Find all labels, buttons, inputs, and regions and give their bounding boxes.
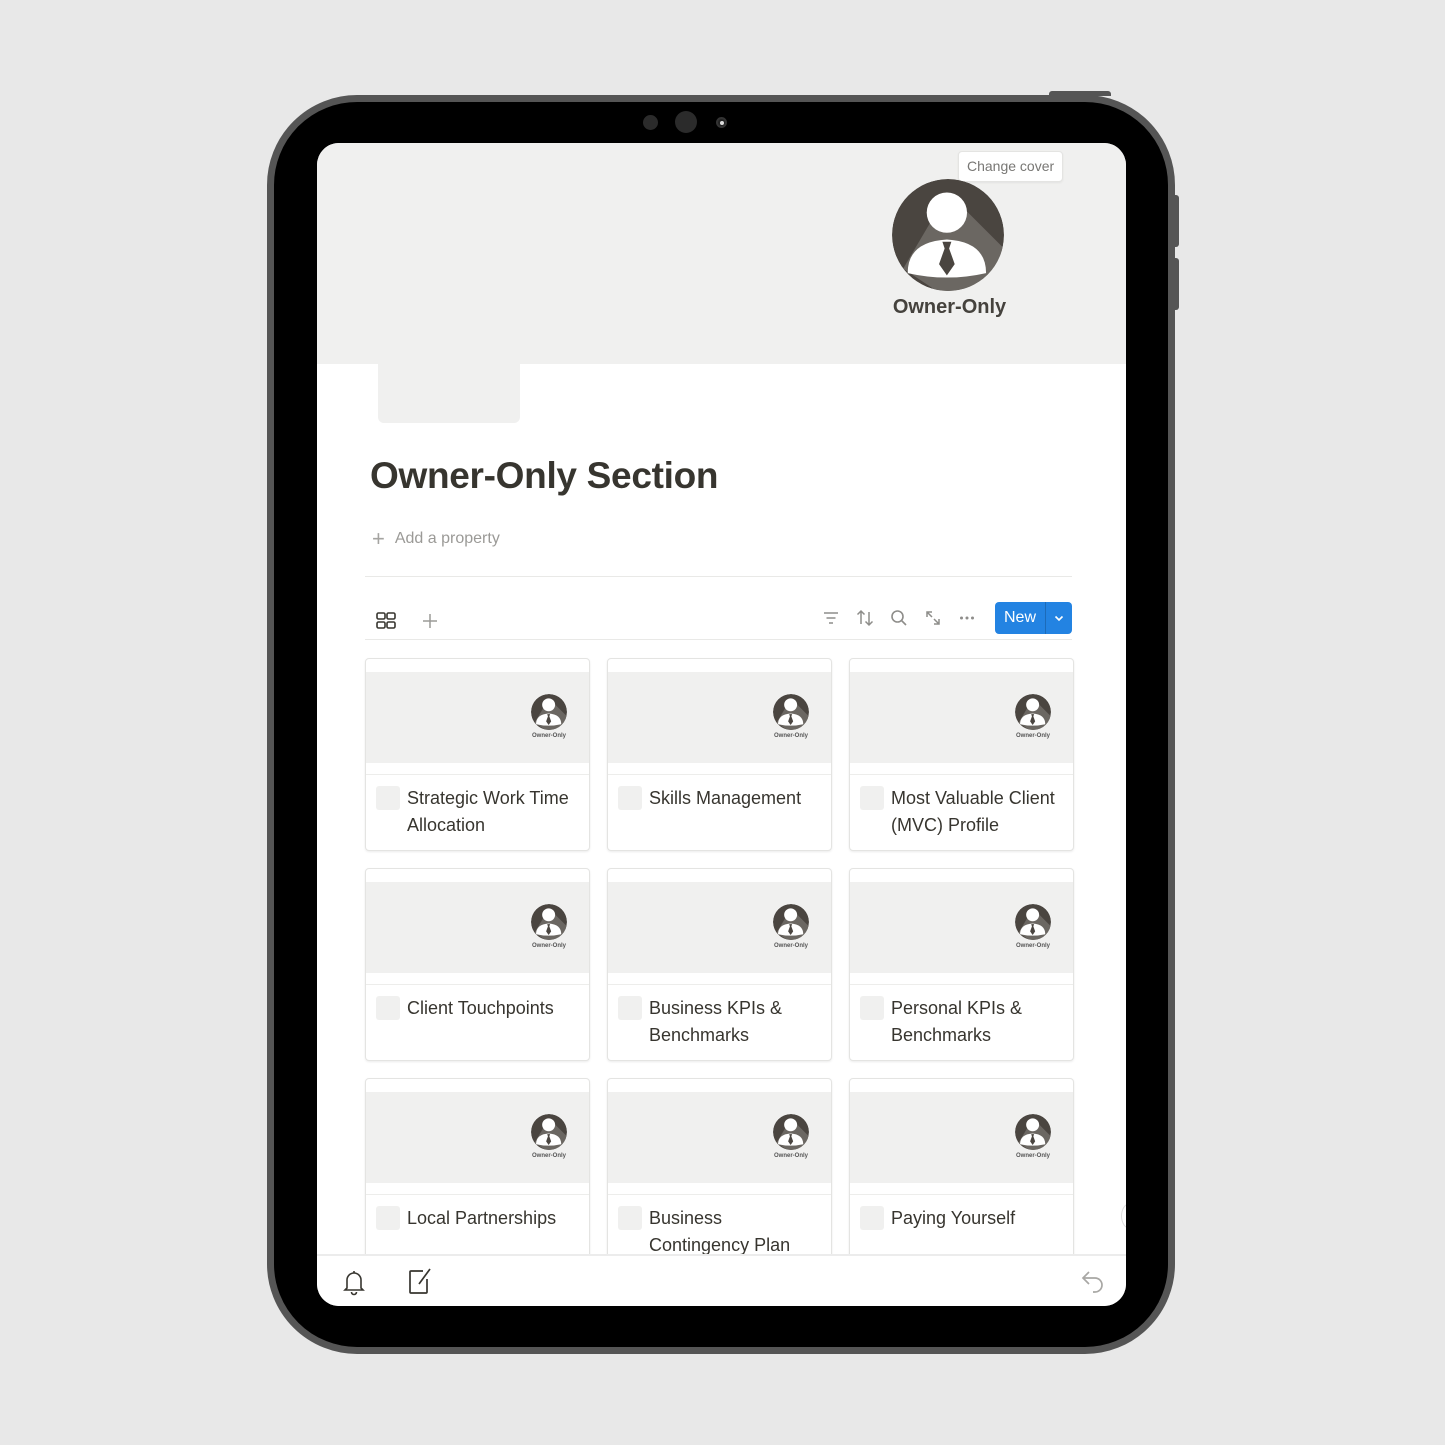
card-title: Business Contingency Plan — [649, 1208, 791, 1255]
card-cover: Owner-Only — [608, 1092, 831, 1183]
gallery-card[interactable]: Owner-Only Local Partnerships — [365, 1078, 590, 1271]
card-divider — [366, 984, 589, 985]
card-cover: Owner-Only — [366, 882, 589, 973]
sensor — [643, 115, 658, 130]
businessman-avatar-icon — [531, 1114, 567, 1150]
card-divider — [608, 1194, 831, 1195]
bottom-bar — [317, 1254, 1126, 1306]
add-view-plus-icon[interactable] — [418, 609, 442, 633]
light-sensor — [716, 117, 727, 128]
divider — [365, 639, 1072, 640]
card-divider — [608, 984, 831, 985]
card-title: Personal KPIs & Benchmarks — [891, 998, 1023, 1045]
card-page-icon — [618, 1206, 642, 1230]
gallery-card[interactable]: Owner-Only Skills Management — [607, 658, 832, 851]
card-page-icon — [376, 996, 400, 1020]
search-icon[interactable] — [887, 606, 911, 630]
database-toolbar: New — [365, 601, 1072, 641]
businessman-avatar-icon — [773, 1114, 809, 1150]
sort-icon[interactable] — [853, 606, 877, 630]
card-cover-label: Owner-Only — [531, 1153, 566, 1159]
more-icon[interactable] — [955, 606, 979, 630]
gallery-card[interactable]: Owner-Only Strategic Work Time Allocatio… — [365, 658, 590, 851]
gallery-card[interactable]: Owner-Only Personal KPIs & Benchmarks — [849, 868, 1074, 1061]
businessman-avatar-icon — [773, 694, 809, 730]
gallery-card[interactable]: Owner-Only Most Valuable Client (MVC) Pr… — [849, 658, 1074, 851]
businessman-avatar-icon — [531, 694, 567, 730]
card-divider — [366, 774, 589, 775]
card-divider — [608, 774, 831, 775]
power-button — [1049, 91, 1111, 96]
card-title: Business KPIs & Benchmarks — [649, 998, 783, 1045]
card-divider — [366, 1194, 589, 1195]
new-dropdown-chevron-icon[interactable] — [1045, 602, 1072, 634]
page-icon[interactable] — [378, 364, 520, 423]
card-page-icon — [376, 786, 400, 810]
businessman-avatar-icon — [1015, 904, 1051, 940]
change-cover-button[interactable]: Change cover — [958, 151, 1064, 182]
card-cover-label: Owner-Only — [531, 733, 566, 739]
plus-icon: + — [372, 526, 385, 551]
page-cover[interactable]: Change cover Owner-Only — [317, 143, 1126, 364]
card-page-icon — [860, 1206, 884, 1230]
card-cover-label: Owner-Only — [1015, 1153, 1050, 1159]
card-page-icon — [860, 996, 884, 1020]
card-cover: Owner-Only — [608, 672, 831, 763]
card-title: Paying Yourself — [891, 1208, 1016, 1228]
gallery-card[interactable]: Owner-Only Paying Yourself — [849, 1078, 1074, 1271]
card-cover-label: Owner-Only — [773, 1153, 808, 1159]
compose-icon[interactable] — [406, 1266, 434, 1301]
gallery-card[interactable]: Owner-Only Client Touchpoints — [365, 868, 590, 1061]
card-page-icon — [860, 786, 884, 810]
gallery-card[interactable]: Owner-Only Business Contingency Plan — [607, 1078, 832, 1271]
card-title: Skills Management — [649, 788, 802, 808]
cover-logo-text: Owner-Only — [892, 296, 1007, 318]
add-property-button[interactable]: + Add a property — [372, 528, 500, 550]
new-button[interactable]: New — [995, 602, 1045, 634]
expand-icon[interactable] — [921, 606, 945, 630]
new-button-group: New — [994, 602, 1072, 634]
card-divider — [850, 774, 1073, 775]
volume-down-button — [1175, 258, 1179, 310]
card-cover: Owner-Only — [366, 672, 589, 763]
front-camera — [675, 111, 697, 133]
volume-up-button — [1175, 195, 1179, 247]
card-title: Most Valuable Client (MVC) Profile — [891, 788, 1055, 835]
card-cover: Owner-Only — [850, 882, 1073, 973]
card-title: Strategic Work Time Allocation — [407, 788, 569, 835]
scroll-handle[interactable] — [1121, 1203, 1126, 1229]
gallery-grid: Owner-Only Strategic Work Time Allocatio… — [365, 658, 1074, 1271]
filter-icon[interactable] — [819, 606, 843, 630]
bell-icon[interactable] — [341, 1268, 367, 1301]
card-cover: Owner-Only — [850, 672, 1073, 763]
card-cover-label: Owner-Only — [773, 943, 808, 949]
card-cover: Owner-Only — [608, 882, 831, 973]
divider — [365, 576, 1072, 577]
card-cover: Owner-Only — [850, 1092, 1073, 1183]
card-cover-label: Owner-Only — [1015, 733, 1050, 739]
card-page-icon — [376, 1206, 400, 1230]
add-property-label: Add a property — [394, 530, 500, 547]
businessman-avatar-icon — [531, 904, 567, 940]
screen: Change cover Owner-Only Owner-Only Secti… — [317, 143, 1126, 1306]
page-title[interactable]: Owner-Only Section — [370, 455, 719, 497]
undo-icon[interactable] — [1080, 1268, 1106, 1299]
gallery-card[interactable]: Owner-Only Business KPIs & Benchmarks — [607, 868, 832, 1061]
card-cover: Owner-Only — [366, 1092, 589, 1183]
card-cover-label: Owner-Only — [1015, 943, 1050, 949]
card-cover-label: Owner-Only — [531, 943, 566, 949]
card-title: Client Touchpoints — [407, 998, 554, 1018]
card-cover-label: Owner-Only — [773, 733, 808, 739]
businessman-avatar-icon — [1015, 694, 1051, 730]
card-divider — [850, 1194, 1073, 1195]
businessman-avatar-icon — [892, 179, 1004, 291]
businessman-avatar-icon — [773, 904, 809, 940]
gallery-grid-icon[interactable] — [374, 609, 398, 633]
businessman-avatar-icon — [1015, 1114, 1051, 1150]
card-page-icon — [618, 996, 642, 1020]
card-divider — [850, 984, 1073, 985]
card-page-icon — [618, 786, 642, 810]
card-title: Local Partnerships — [407, 1208, 557, 1228]
